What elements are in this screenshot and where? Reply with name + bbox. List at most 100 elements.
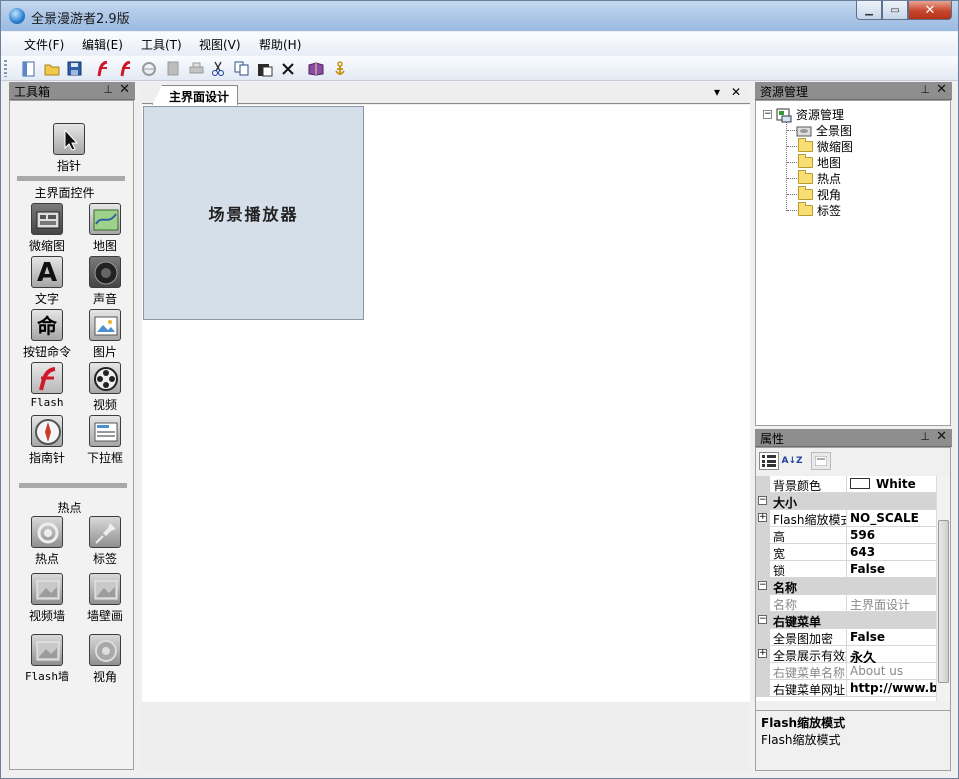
toolbar-grip-icon[interactable] bbox=[4, 60, 7, 77]
prop-row-height[interactable]: 高 596 bbox=[756, 527, 936, 544]
menu-view[interactable]: 视图(V) bbox=[199, 36, 241, 53]
tree-item-panorama[interactable]: 全景图 bbox=[796, 122, 852, 139]
close-window-button[interactable]: ✕ bbox=[908, 1, 952, 20]
prop-row-bgcolor[interactable]: 背景颜色 White bbox=[756, 476, 936, 493]
about-anchor-icon[interactable] bbox=[331, 60, 348, 77]
minimize-button[interactable]: ▁ bbox=[856, 1, 882, 20]
title-bar[interactable]: 全景漫游者2.9版 ▁ ▭ ✕ bbox=[1, 1, 958, 31]
window-title: 全景漫游者2.9版 bbox=[31, 12, 130, 27]
tool-compass[interactable]: 指南针 bbox=[21, 415, 73, 466]
tree-item-thumbnail[interactable]: 微缩图 bbox=[798, 138, 853, 155]
scrollbar-thumb[interactable] bbox=[938, 520, 949, 683]
tool-flash-wall[interactable]: Flash墙 bbox=[21, 634, 73, 684]
cut-icon[interactable] bbox=[209, 60, 226, 77]
pin-icon[interactable]: ⊥ bbox=[920, 430, 930, 443]
app-window: 全景漫游者2.9版 ▁ ▭ ✕ 文件(F) 编辑(E) 工具(T) 视图(V) … bbox=[0, 0, 959, 779]
new-file-icon[interactable] bbox=[20, 60, 37, 77]
delete-icon[interactable] bbox=[279, 60, 296, 77]
resources-title: 资源管理 bbox=[760, 85, 809, 99]
description-text: Flash缩放模式 bbox=[761, 733, 841, 747]
prop-row-menu-url[interactable]: 右键菜单网址 http://www.byc bbox=[756, 680, 936, 697]
tool-image[interactable]: 图片 bbox=[79, 309, 131, 360]
tool-hotspot[interactable]: 热点 bbox=[21, 516, 73, 567]
property-description: Flash缩放模式 Flash缩放模式 bbox=[756, 710, 950, 770]
collapse-icon[interactable]: − bbox=[758, 581, 767, 590]
collapse-icon[interactable]: − bbox=[758, 496, 767, 505]
prop-row-lock[interactable]: 锁 False bbox=[756, 561, 936, 578]
pin-icon[interactable]: ⊥ bbox=[920, 83, 930, 96]
toolbox-title: 工具箱 bbox=[14, 85, 51, 99]
prop-row-flash-mode[interactable]: + Flash缩放模式 NO_SCALE bbox=[756, 510, 936, 527]
prop-row-width[interactable]: 宽 643 bbox=[756, 544, 936, 561]
collapse-icon[interactable]: − bbox=[758, 615, 767, 624]
flash-icon[interactable] bbox=[94, 60, 111, 77]
prop-category-size[interactable]: − 大小 bbox=[756, 493, 936, 510]
tool-thumbnail[interactable]: 微缩图 bbox=[21, 203, 73, 254]
tree-root[interactable]: 资源管理 bbox=[776, 106, 844, 123]
canvas-margin bbox=[142, 702, 750, 772]
menu-bar: 文件(F) 编辑(E) 工具(T) 视图(V) 帮助(H) bbox=[1, 32, 958, 55]
document-area: 主界面设计 ▾ ✕ 场景播放器 bbox=[142, 82, 750, 772]
prop-row-validity[interactable]: + 全景展示有效期 永久 bbox=[756, 646, 936, 663]
property-grid: 背景颜色 White − 大小 + Flash缩放模式 NO_SCALE 高 5… bbox=[756, 476, 936, 701]
tool-view-angle[interactable]: 视角 bbox=[79, 634, 131, 685]
expand-icon[interactable]: + bbox=[758, 649, 767, 658]
app-globe-icon bbox=[9, 8, 25, 24]
tab-list-dropdown-icon[interactable]: ▾ bbox=[714, 85, 720, 99]
flash-f-icon bbox=[31, 362, 63, 394]
tool-video[interactable]: 视频 bbox=[79, 362, 131, 413]
section-main-controls: 主界面控件 bbox=[34, 186, 95, 200]
tool-dropdown[interactable]: 下拉框 bbox=[79, 415, 131, 466]
browser-preview-icon[interactable] bbox=[140, 60, 157, 77]
tab-main-design[interactable]: 主界面设计 bbox=[152, 85, 239, 105]
tool-sound[interactable]: 声音 bbox=[79, 256, 131, 307]
close-resources-icon[interactable]: ✕ bbox=[936, 82, 947, 97]
property-pages-icon[interactable] bbox=[811, 452, 831, 470]
help-book-icon[interactable] bbox=[307, 60, 324, 77]
close-tab-icon[interactable]: ✕ bbox=[731, 85, 741, 99]
alphabetical-sort-icon[interactable]: A↓Z bbox=[781, 452, 802, 470]
categorized-view-icon[interactable] bbox=[759, 452, 779, 470]
menu-file[interactable]: 文件(F) bbox=[24, 36, 64, 53]
prop-row-encrypt[interactable]: 全景图加密 False bbox=[756, 629, 936, 646]
paste-icon[interactable] bbox=[256, 60, 273, 77]
tree-item-hotspot[interactable]: 热点 bbox=[798, 170, 841, 187]
maximize-button[interactable]: ▭ bbox=[882, 1, 908, 20]
property-grid-scrollbar[interactable] bbox=[936, 476, 950, 701]
tree-item-tag[interactable]: 标签 bbox=[798, 202, 841, 219]
tool-wall-painting[interactable]: 墙壁画 bbox=[79, 573, 131, 624]
collapse-root-icon[interactable]: − bbox=[763, 110, 772, 119]
close-toolbox-icon[interactable]: ✕ bbox=[119, 82, 130, 97]
tool-command-button[interactable]: 命 按钮命令 bbox=[21, 309, 73, 360]
prop-category-context-menu[interactable]: − 右键菜单 bbox=[756, 612, 936, 629]
flash-export-icon[interactable] bbox=[117, 60, 134, 77]
flash-wall-icon bbox=[31, 634, 63, 666]
expand-icon[interactable]: + bbox=[758, 513, 767, 522]
menu-edit[interactable]: 编辑(E) bbox=[82, 36, 123, 53]
prop-row-name[interactable]: 名称 主界面设计 bbox=[756, 595, 936, 612]
save-icon[interactable] bbox=[66, 60, 83, 77]
design-canvas[interactable]: 场景播放器 bbox=[142, 105, 750, 702]
film-reel-icon bbox=[89, 362, 121, 394]
tool-tag[interactable]: 标签 bbox=[79, 516, 131, 567]
copy-icon[interactable] bbox=[233, 60, 250, 77]
tree-item-map[interactable]: 地图 bbox=[798, 154, 841, 171]
menu-tools[interactable]: 工具(T) bbox=[141, 36, 182, 53]
prop-row-menu-name[interactable]: 右键菜单名称 About us bbox=[756, 663, 936, 680]
tool-pointer[interactable]: 指针 bbox=[43, 123, 95, 174]
open-folder-icon[interactable] bbox=[43, 60, 60, 77]
tool-text[interactable]: A 文字 bbox=[21, 256, 73, 307]
tool-video-wall[interactable]: 视频墙 bbox=[21, 573, 73, 624]
command-icon: 命 bbox=[31, 309, 63, 341]
pushpin-icon bbox=[89, 516, 121, 548]
close-properties-icon[interactable]: ✕ bbox=[936, 429, 947, 444]
toolbox-header: 工具箱 ⊥ ✕ bbox=[9, 82, 135, 100]
prop-category-name[interactable]: − 名称 bbox=[756, 578, 936, 595]
tool-map[interactable]: 地图 bbox=[79, 203, 131, 254]
scene-player[interactable]: 场景播放器 bbox=[143, 106, 364, 320]
tool-flash[interactable]: Flash bbox=[21, 362, 73, 409]
pin-icon[interactable]: ⊥ bbox=[103, 83, 113, 96]
tree-item-view[interactable]: 视角 bbox=[798, 186, 841, 203]
menu-help[interactable]: 帮助(H) bbox=[259, 36, 301, 53]
window-controls: ▁ ▭ ✕ bbox=[856, 1, 952, 21]
